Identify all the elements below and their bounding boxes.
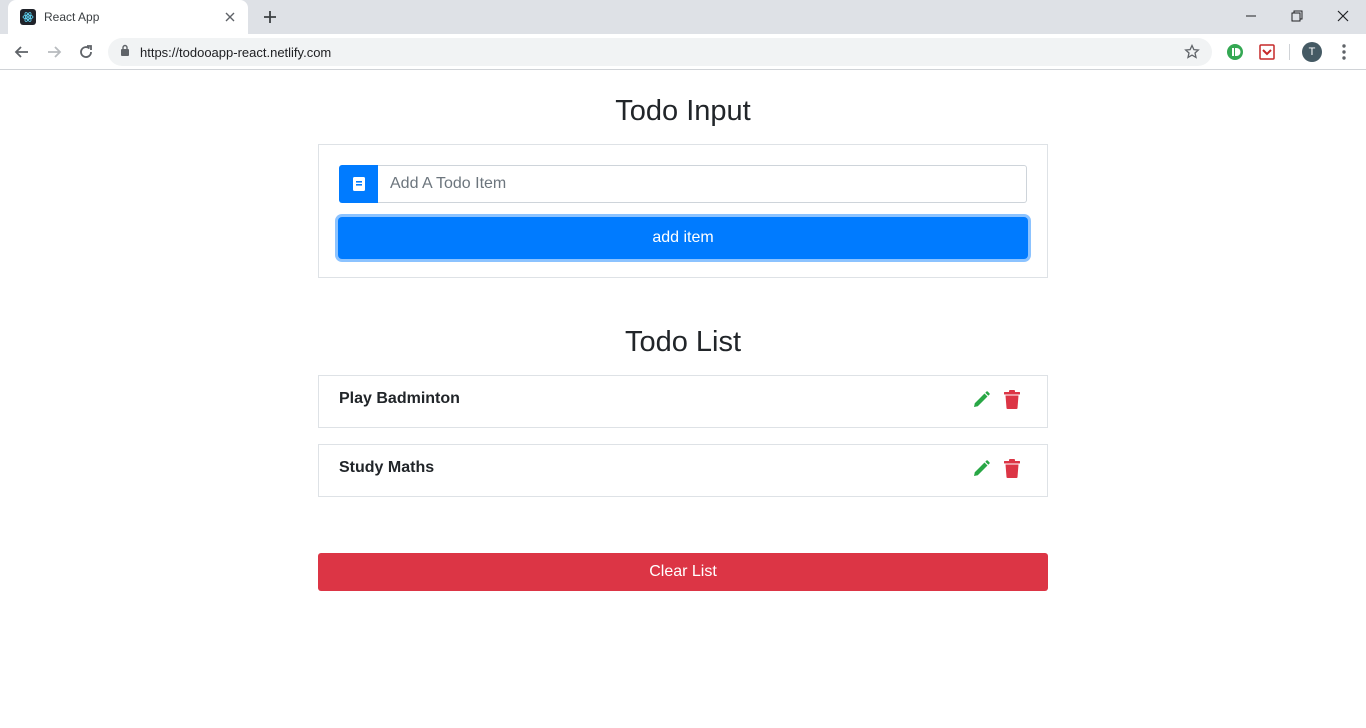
new-tab-icon[interactable] — [258, 5, 282, 29]
address-bar[interactable]: https://todooapp-react.netlify.com — [108, 38, 1212, 66]
menu-dots-icon[interactable] — [1335, 43, 1353, 61]
toolbar-divider — [1289, 44, 1290, 60]
restore-icon[interactable] — [1274, 0, 1320, 32]
list-item: Study Maths — [318, 444, 1048, 497]
clear-list-button[interactable]: Clear List — [318, 553, 1048, 591]
trash-icon[interactable] — [1004, 390, 1020, 409]
list-item-label: Study Maths — [339, 459, 435, 476]
browser-tabstrip: React App — [0, 0, 1366, 34]
tab-title: React App — [44, 10, 100, 24]
lock-icon — [120, 43, 130, 61]
forward-icon[interactable] — [40, 38, 68, 66]
extension-green-icon[interactable] — [1226, 43, 1244, 61]
add-item-button[interactable]: add item — [338, 217, 1028, 259]
profile-avatar[interactable]: T — [1302, 42, 1322, 62]
react-favicon-icon — [20, 9, 36, 25]
minimize-icon[interactable] — [1228, 0, 1274, 32]
pencil-icon[interactable] — [972, 391, 990, 409]
browser-tab[interactable]: React App — [8, 0, 248, 34]
list-item: Play Badminton — [318, 375, 1048, 428]
close-window-icon[interactable] — [1320, 0, 1366, 32]
todo-input-title: Todo Input — [615, 95, 751, 127]
extension-pocket-icon[interactable] — [1258, 43, 1276, 61]
todo-input-group — [339, 165, 1027, 203]
todo-list-title: Todo List — [624, 326, 742, 358]
browser-toolbar: https://todooapp-react.netlify.com T — [0, 34, 1366, 70]
tab-close-icon[interactable] — [222, 9, 238, 25]
back-icon[interactable] — [8, 38, 36, 66]
list-item-label: Play Badminton — [339, 390, 460, 407]
reload-icon[interactable] — [72, 38, 100, 66]
url-text: https://todooapp-react.netlify.com — [140, 44, 332, 60]
todo-input-card: add item — [318, 144, 1048, 278]
todo-input[interactable] — [378, 165, 1027, 203]
bookmark-star-icon[interactable] — [1184, 43, 1200, 65]
book-icon — [339, 165, 378, 203]
page-content: Todo Input add item Todo List Play Badmi… — [0, 71, 1366, 728]
pencil-icon[interactable] — [972, 460, 990, 478]
trash-icon[interactable] — [1004, 459, 1020, 478]
